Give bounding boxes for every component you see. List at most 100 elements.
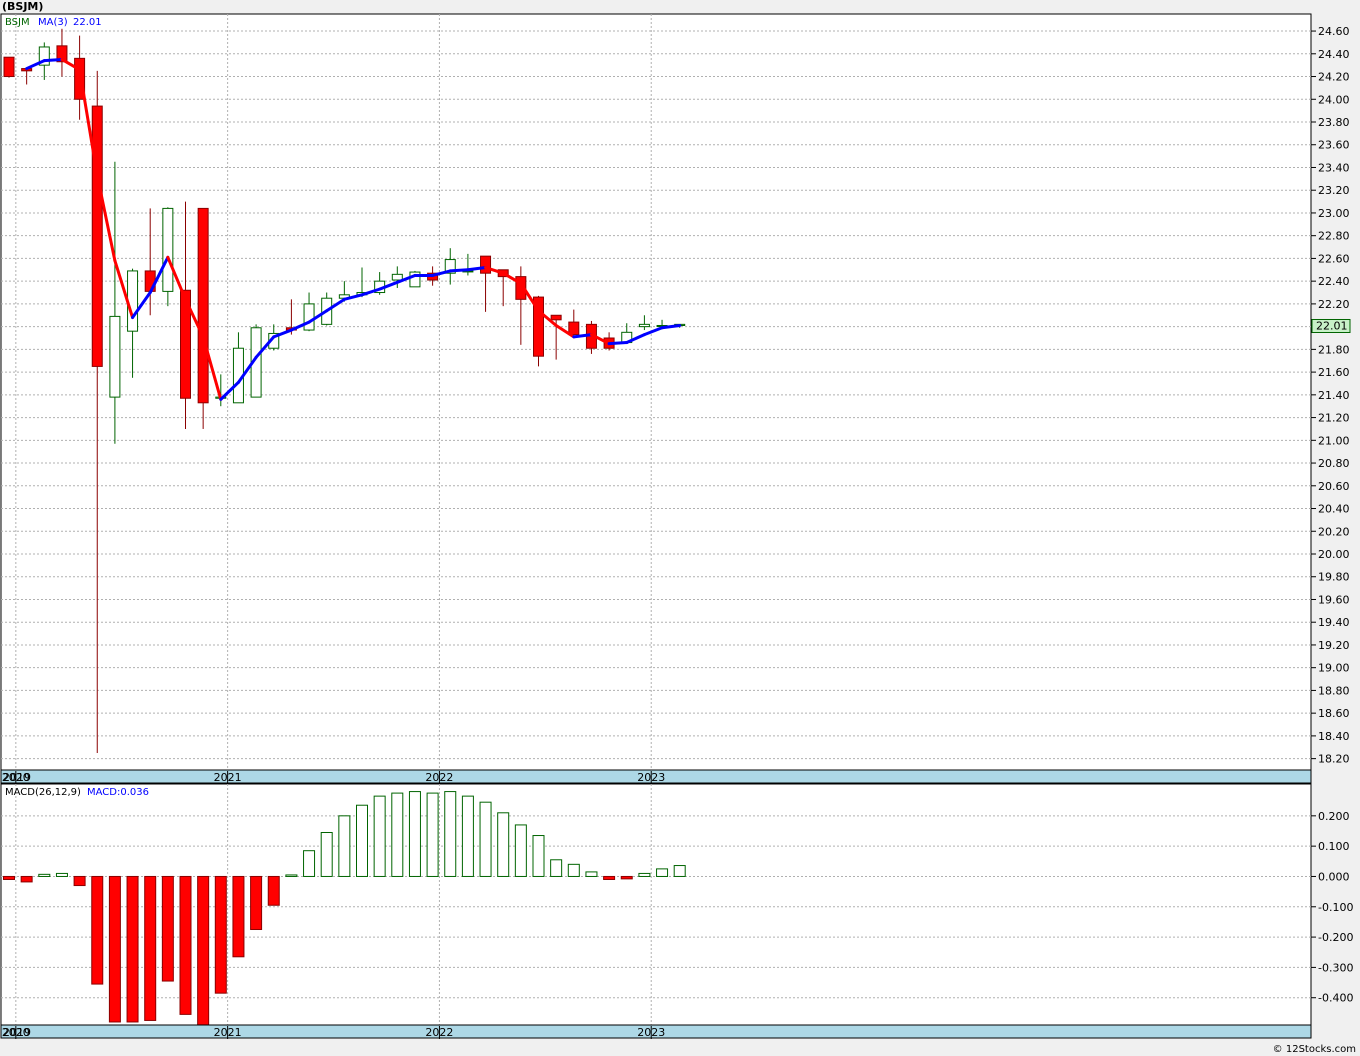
macd-bar bbox=[408, 791, 421, 877]
macd-bar bbox=[197, 875, 210, 1028]
price-tick-label: 21.00 bbox=[1318, 434, 1350, 447]
macd-bar bbox=[161, 875, 174, 982]
macd-bar bbox=[214, 875, 227, 994]
candle bbox=[3, 56, 15, 78]
macd-tick-label: 0.200 bbox=[1318, 810, 1350, 823]
macd-bar bbox=[285, 874, 298, 877]
macd-bar bbox=[267, 875, 280, 906]
macd-bar bbox=[550, 859, 563, 877]
ma-segment bbox=[448, 268, 470, 273]
macd-bar bbox=[108, 875, 121, 1023]
macd-bar bbox=[91, 875, 104, 985]
candle-body bbox=[638, 323, 650, 328]
macd-tick-label: 0.100 bbox=[1318, 840, 1350, 853]
macd-bar bbox=[514, 824, 527, 877]
year-label: 2021 bbox=[214, 1026, 242, 1039]
candle-body bbox=[303, 303, 315, 331]
price-tick-label: 22.40 bbox=[1318, 275, 1350, 288]
candle-body bbox=[550, 314, 562, 321]
macd-bar bbox=[532, 835, 545, 877]
price-tick-label: 22.60 bbox=[1318, 252, 1350, 265]
price-tick-label: 24.00 bbox=[1318, 93, 1350, 106]
stock-chart-canvas: 24.60 24.40 24.20 24.00 23.80 23.60 23.40 23.20… bbox=[0, 13, 1353, 1039]
price-tick-label: 24.40 bbox=[1318, 48, 1350, 61]
macd-bar bbox=[391, 792, 404, 877]
price-plot-area bbox=[0, 13, 1312, 771]
footer-credit: © 12Stocks.com bbox=[1272, 1044, 1356, 1055]
macd-bar bbox=[656, 868, 669, 877]
price-tick-label: 20.60 bbox=[1318, 480, 1350, 493]
candle-body bbox=[568, 321, 580, 336]
year-label: 2023 bbox=[637, 1026, 665, 1039]
macd-bar bbox=[250, 875, 263, 931]
price-tick-label: 18.60 bbox=[1318, 707, 1350, 720]
price-tick-label: 23.20 bbox=[1318, 184, 1350, 197]
price-tick-label: 21.40 bbox=[1318, 389, 1350, 402]
price-tick-label: 19.80 bbox=[1318, 571, 1350, 584]
macd-bar bbox=[232, 875, 245, 958]
price-tick-label: 21.80 bbox=[1318, 343, 1350, 356]
macd-bar bbox=[461, 795, 474, 877]
macd-bar bbox=[20, 875, 33, 883]
candle-body bbox=[91, 105, 103, 367]
macd-tick-label: -0.300 bbox=[1318, 961, 1353, 974]
macd-bar bbox=[144, 875, 157, 1021]
macd-bar bbox=[38, 873, 51, 877]
macd-legend-name: MACD(26,12,9) bbox=[5, 787, 81, 798]
year-label: 2021 bbox=[214, 771, 242, 784]
macd-bar bbox=[356, 804, 368, 877]
macd-bar bbox=[638, 872, 651, 877]
price-tick-label: 24.20 bbox=[1318, 71, 1350, 84]
macd-bar bbox=[338, 815, 351, 877]
price-tick-label: 19.20 bbox=[1318, 639, 1350, 652]
macd-bar bbox=[497, 812, 510, 877]
macd-bar bbox=[479, 801, 492, 877]
macd-tick-label: -0.100 bbox=[1318, 901, 1353, 914]
price-tick-label: 19.00 bbox=[1318, 662, 1350, 675]
candle-body bbox=[109, 315, 121, 398]
price-tick-label: 18.80 bbox=[1318, 684, 1350, 697]
macd-legend-value: MACD:0.036 bbox=[87, 787, 149, 798]
year-label: 2023 bbox=[637, 771, 665, 784]
last-price-marker: 22.01 bbox=[1311, 318, 1351, 333]
price-tick-label: 18.20 bbox=[1318, 753, 1350, 766]
year-label: 2022 bbox=[425, 771, 453, 784]
macd-bar bbox=[303, 850, 316, 877]
candle bbox=[409, 270, 421, 288]
macd-bar bbox=[126, 875, 139, 1023]
year-label: 2020 bbox=[2, 771, 30, 784]
candle-body bbox=[127, 270, 139, 332]
candle-body bbox=[3, 56, 15, 78]
legend-ma-value: 22.01 bbox=[73, 17, 102, 28]
macd-bar bbox=[444, 791, 457, 877]
price-tick-label: 20.40 bbox=[1318, 503, 1350, 516]
price-tick-label: 19.60 bbox=[1318, 593, 1350, 606]
price-tick-label: 21.20 bbox=[1318, 412, 1350, 425]
price-tick-label: 21.60 bbox=[1318, 366, 1350, 379]
macd-bar bbox=[320, 832, 333, 877]
macd-y-axis: 0.200 0.100 0.000 -0.100 -0.200 -0.300 -0.400 bbox=[1311, 810, 1353, 1005]
legend-symbol: BSJM bbox=[5, 17, 30, 28]
legend-ma: MA(3) bbox=[38, 17, 68, 28]
price-tick-label: 20.20 bbox=[1318, 525, 1350, 538]
price-tick-label: 20.80 bbox=[1318, 457, 1350, 470]
price-tick-label: 24.60 bbox=[1318, 25, 1350, 38]
macd-bar bbox=[373, 795, 386, 877]
year-label: 2020 bbox=[2, 1026, 30, 1039]
macd-tick-label: -0.200 bbox=[1318, 931, 1353, 944]
macd-bar bbox=[585, 871, 598, 877]
macd-bar bbox=[620, 875, 633, 880]
macd-bar bbox=[73, 875, 86, 887]
macd-bar bbox=[179, 875, 192, 1015]
macd-bar bbox=[673, 865, 686, 877]
last-price-label: 22.01 bbox=[1316, 319, 1348, 332]
macd-bar bbox=[603, 875, 616, 880]
ma-segment bbox=[42, 57, 64, 63]
candle-body bbox=[480, 255, 492, 274]
macd-bar bbox=[426, 792, 439, 877]
macd-bar bbox=[3, 875, 15, 880]
price-tick-label: 18.40 bbox=[1318, 730, 1350, 743]
price-tick-label: 23.80 bbox=[1318, 116, 1350, 129]
candle-body bbox=[391, 273, 403, 281]
price-y-axis: 24.60 24.40 24.20 24.00 23.80 23.60 23.40 23.20… bbox=[1311, 25, 1350, 766]
